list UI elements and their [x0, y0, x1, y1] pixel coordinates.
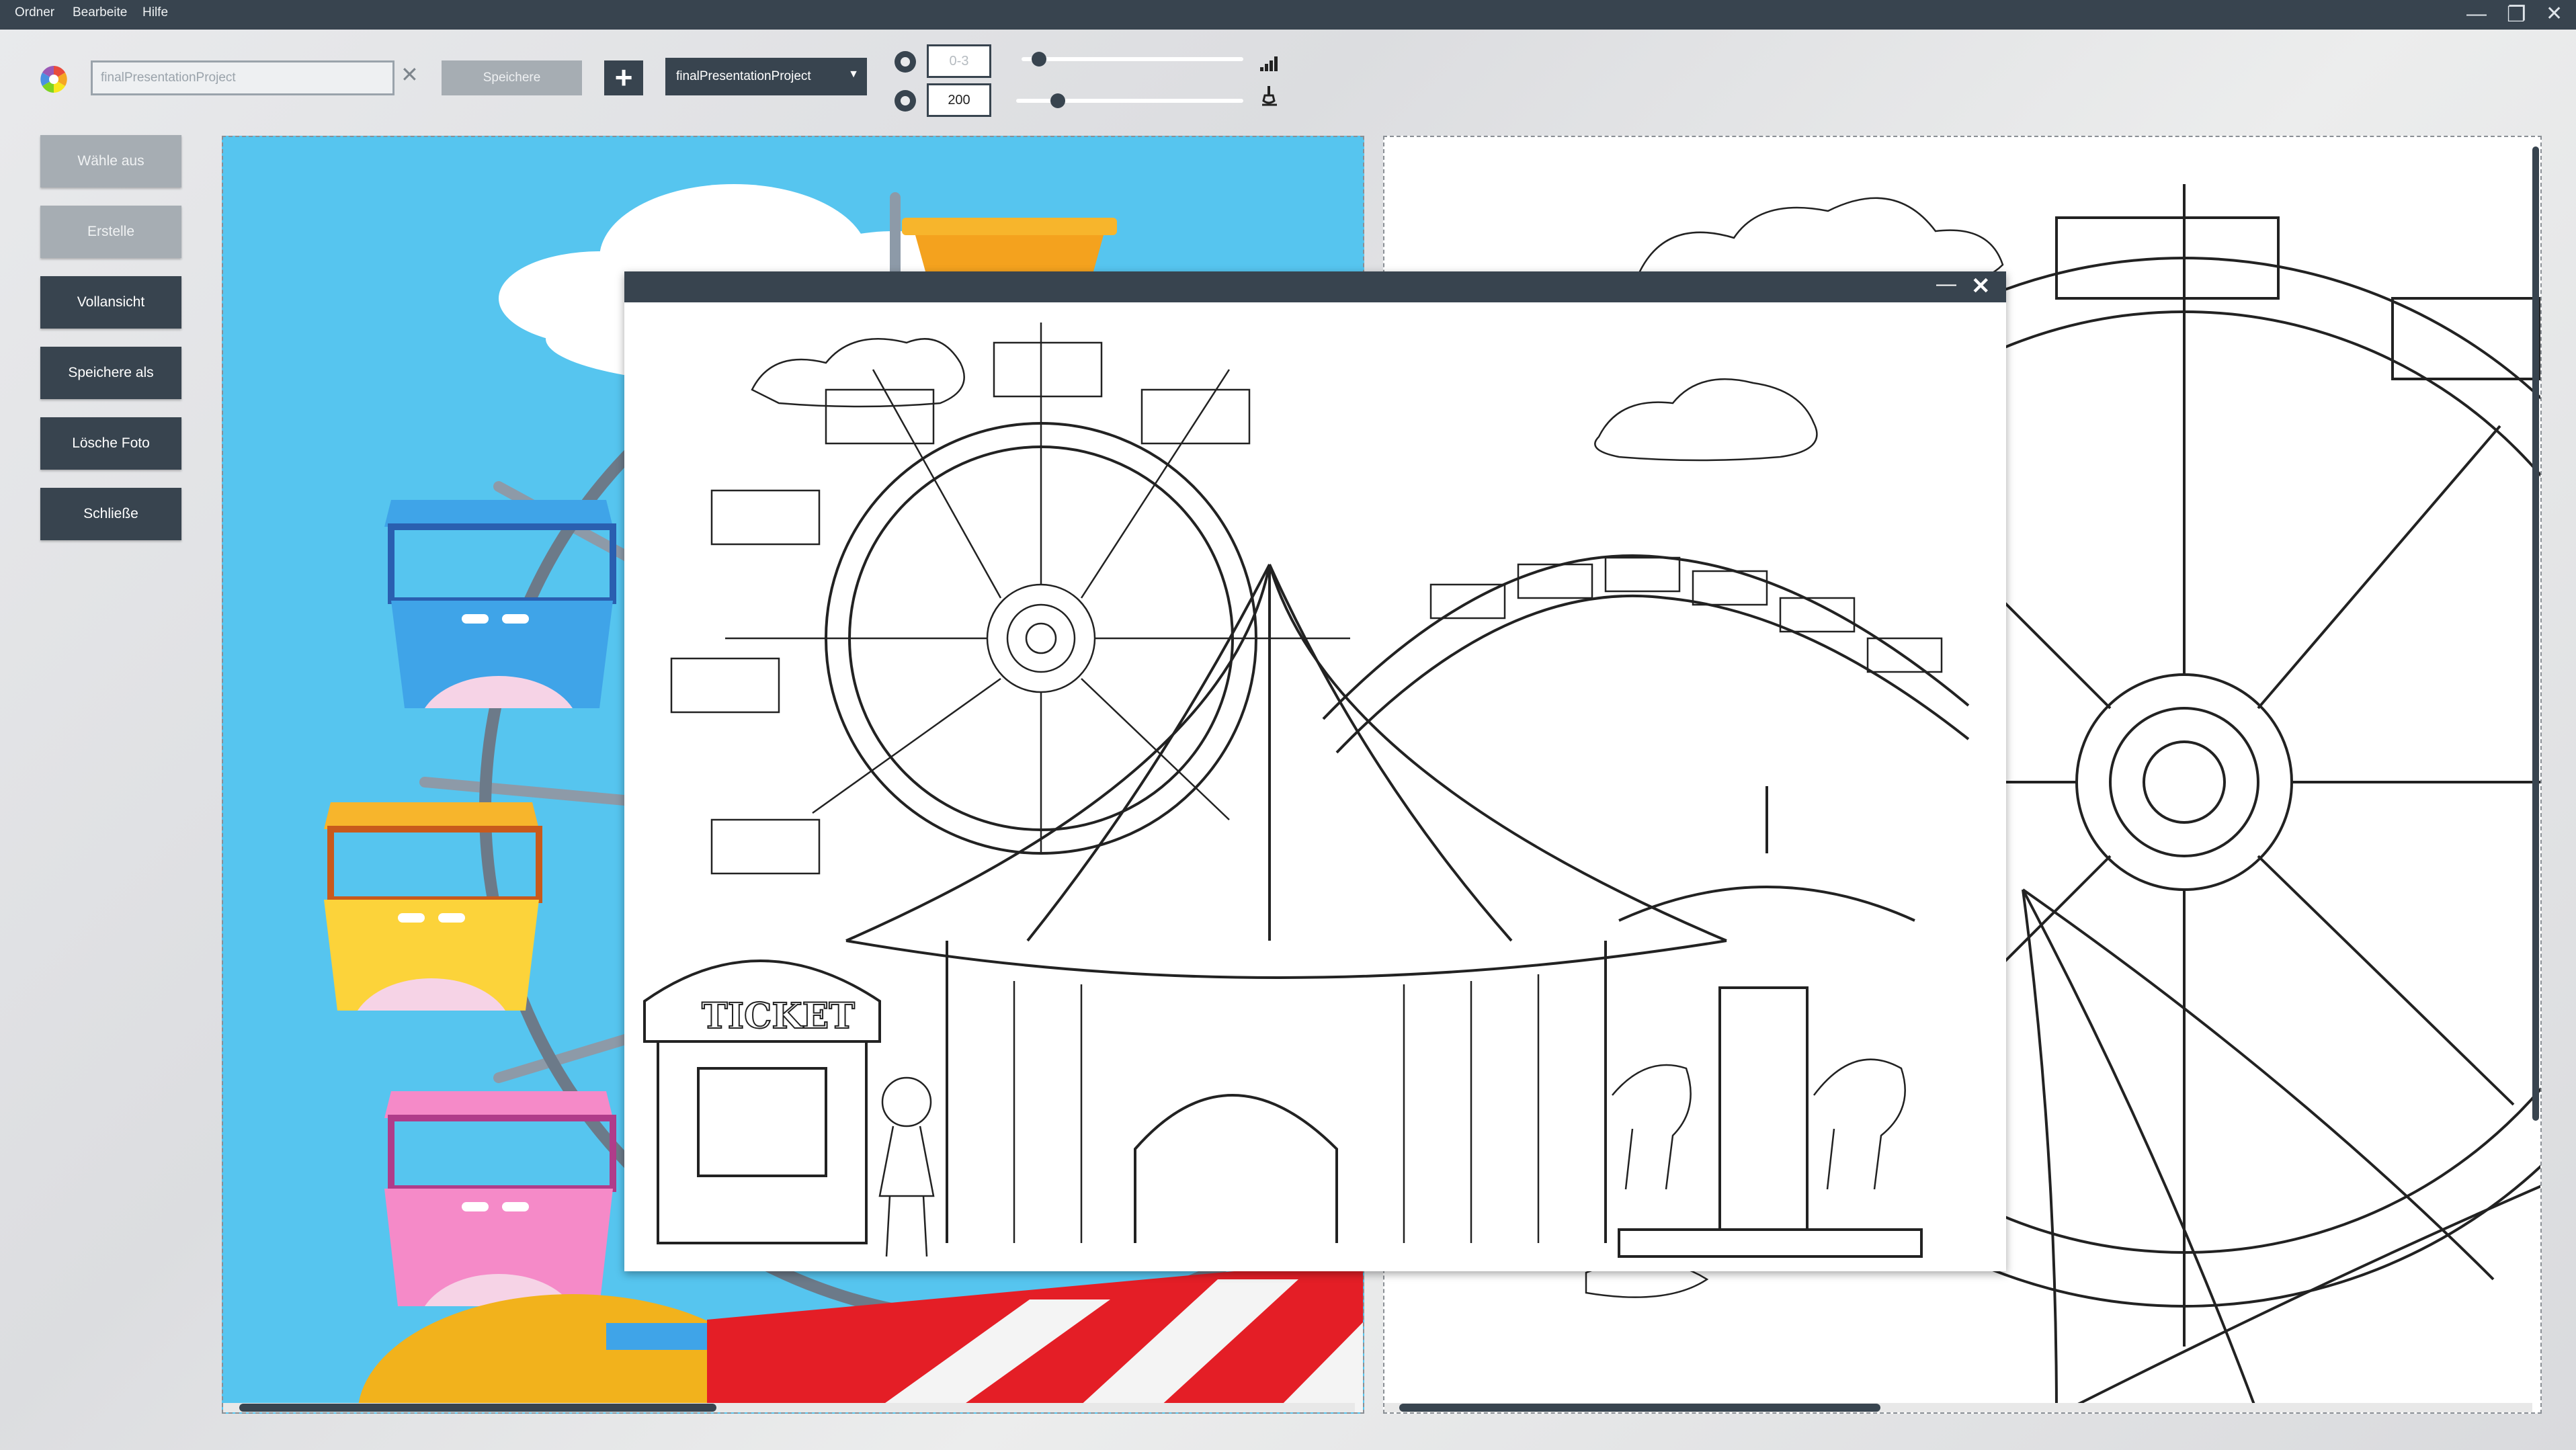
preview-close-button[interactable]: ✕ — [1971, 273, 1991, 300]
fullscreen-button[interactable]: Vollansicht — [40, 276, 181, 329]
close-button[interactable]: Schließe — [40, 488, 181, 540]
ticket-sign-text: TICKET — [702, 996, 855, 1037]
project-name-input[interactable]: finalPresentationProject — [91, 60, 394, 95]
menu-bearbeite[interactable]: Bearbeite — [73, 5, 127, 20]
minimize-window-button[interactable]: — — [2466, 1, 2487, 27]
project-select-value: finalPresentationProject — [676, 69, 811, 83]
menu-hilfe[interactable]: Hilfe — [142, 5, 168, 20]
maximize-window-button[interactable]: ❐ — [2507, 1, 2526, 27]
menu-ordner[interactable]: Ordner — [15, 5, 54, 20]
chevron-down-icon: ▼ — [848, 69, 859, 80]
radio-option-value[interactable] — [895, 90, 916, 112]
fullscreen-preview-window: — ✕ TICKET — [624, 271, 2006, 1271]
range-input[interactable]: 0-3 — [927, 44, 991, 78]
slider-1-thumb[interactable] — [1032, 52, 1047, 67]
menu-bar: Ordner Bearbeite Hilfe — ❐ ✕ — [0, 0, 2576, 30]
slider-1-track[interactable] — [1022, 57, 1243, 61]
preview-minimize-button[interactable]: — — [1936, 273, 1956, 296]
create-button[interactable]: Erstelle — [40, 206, 181, 258]
select-image-button[interactable]: Wähle aus — [40, 135, 181, 187]
value-input[interactable]: 200 — [927, 83, 991, 117]
right-horizontal-scroll-thumb[interactable] — [1399, 1404, 1880, 1412]
slider-2-thumb[interactable] — [1050, 93, 1065, 108]
brush-icon — [1259, 85, 1280, 108]
save-as-button[interactable]: Speichere als — [40, 347, 181, 399]
app-logo-icon — [39, 65, 69, 94]
save-button[interactable]: Speichere — [442, 60, 582, 95]
radio-option-range[interactable] — [895, 51, 916, 73]
left-horizontal-scroll-thumb[interactable] — [239, 1404, 716, 1412]
clear-input-icon[interactable]: ✕ — [401, 62, 419, 87]
preview-sketch-image: TICKET — [643, 323, 1970, 1258]
right-vertical-scroll-thumb[interactable] — [2532, 146, 2539, 1121]
signal-strength-icon — [1259, 54, 1280, 73]
delete-photo-button[interactable]: Lösche Foto — [40, 417, 181, 470]
add-project-button[interactable]: + — [604, 60, 643, 95]
project-select[interactable]: finalPresentationProject ▼ — [665, 58, 867, 95]
close-window-button[interactable]: ✕ — [2546, 1, 2563, 27]
preview-titlebar: — ✕ — [624, 271, 2006, 302]
